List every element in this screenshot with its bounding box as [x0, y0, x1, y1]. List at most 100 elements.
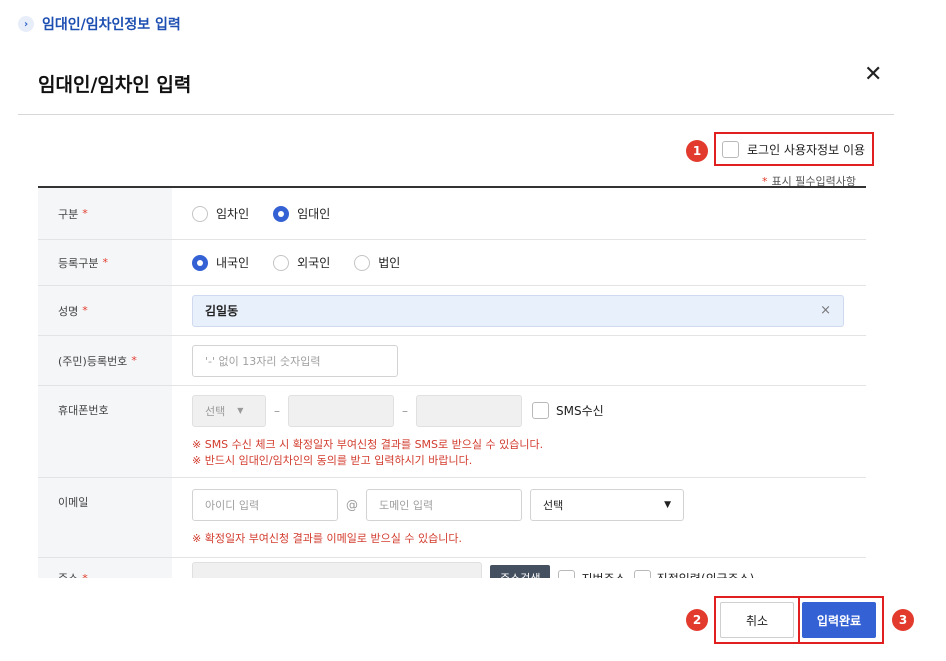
radio-landlord[interactable]: 임대인 [273, 205, 330, 222]
row-value: 임차인 임대인 [172, 188, 866, 239]
radio-domestic[interactable]: 내국인 [192, 254, 249, 271]
checkbox-label: 직접입력(외국주소) [657, 570, 755, 579]
radio-foreigner[interactable]: 외국인 [273, 254, 330, 271]
cancel-button[interactable]: 취소 [720, 602, 794, 638]
chevron-down-icon: ▼ [237, 406, 244, 415]
section-header: › 임대인/임차인정보 입력 [18, 14, 181, 34]
name-input[interactable]: 김일동 × [192, 294, 844, 327]
email-domain-select[interactable]: 선택 ▼ [530, 488, 684, 521]
clear-icon[interactable]: × [820, 303, 831, 318]
caret-down-icon: ▼ [664, 499, 671, 510]
row-value: 아이디 입력 @ 도메인 입력 선택 ▼ ※ 확정일자 부여신청 결과를 이메일로… [172, 478, 866, 557]
radio-circle[interactable] [273, 254, 290, 271]
row-resident-no: (주민)등록번호 * '-' 없이 13자리 숫자입력 [38, 336, 866, 386]
required-mark: * [102, 256, 108, 269]
address-inputs: 주소검색 지번주소 직접입력(외국주소) [192, 562, 754, 578]
row-label: 구분 * [38, 188, 172, 239]
radio-label: 임차인 [216, 207, 250, 221]
radio-circle[interactable] [192, 205, 208, 222]
email-inputs: 아이디 입력 @ 도메인 입력 선택 ▼ [192, 488, 684, 521]
address-input[interactable] [192, 562, 482, 578]
address-search-button[interactable]: 주소검색 [490, 565, 551, 578]
label-text: 구분 [58, 207, 79, 221]
phone-block: 선택 ▼ – – SMS수신 ※ SMS 수신 체크 시 확정일자 부여신청 결과… [192, 394, 604, 469]
required-mark: * [82, 571, 88, 579]
phone-middle-input[interactable] [288, 394, 394, 427]
modal-title: 임대인/임차인 입력 [38, 74, 192, 96]
radio-circle-selected[interactable] [192, 254, 208, 271]
label-text: (주민)등록번호 [58, 354, 128, 368]
row-name: 성명 * 김일동 × [38, 286, 866, 336]
required-mark: * [82, 304, 88, 317]
select-value: 선택 [205, 404, 226, 418]
row-email: 이메일 아이디 입력 @ 도메인 입력 선택 ▼ ※ 확정일자 부여신청 결과를 … [38, 478, 866, 558]
required-mark: * [82, 207, 88, 220]
checkbox-box[interactable] [532, 402, 549, 419]
row-value: 김일동 × [172, 286, 866, 335]
section-title: 임대인/임차인정보 입력 [42, 17, 181, 33]
consent-notice: ※ 반드시 임대인/임차인의 동의를 받고 입력하시기 바랍니다. [192, 453, 473, 467]
radio-label: 내국인 [216, 256, 250, 270]
row-reg-type: 등록구분 * 내국인 외국인 법인 [38, 240, 866, 286]
resident-number-input[interactable]: '-' 없이 13자리 숫자입력 [192, 344, 398, 377]
checkbox-box[interactable] [633, 569, 651, 578]
sms-label: SMS수신 [556, 404, 604, 418]
person-form: 구분 * 임차인 임대인 등록구분 * 내국인 외국인 법인 성명 * 김일동 × [38, 186, 866, 578]
radio-circle[interactable] [354, 254, 371, 271]
row-address: 주소 * 주소검색 지번주소 직접입력(외국주소) [38, 558, 866, 578]
radio-corporation[interactable]: 법인 [354, 254, 400, 271]
lot-address-checkbox[interactable]: 지번주소 [558, 569, 626, 579]
sms-notice: ※ SMS 수신 체크 시 확정일자 부여신청 결과를 SMS로 받으실 수 있… [192, 437, 544, 451]
required-mark: * [131, 354, 137, 367]
direct-input-checkbox[interactable]: 직접입력(외국주소) [633, 569, 755, 579]
row-phone: 휴대폰번호 선택 ▼ – – SMS수신 ※ SMS 수신 체크 시 확정일자 부… [38, 386, 866, 478]
email-domain-input[interactable]: 도메인 입력 [366, 488, 522, 521]
phone-inputs: 선택 ▼ – – SMS수신 [192, 394, 604, 427]
phone-prefix-select[interactable]: 선택 ▼ [192, 394, 266, 427]
row-value: '-' 없이 13자리 숫자입력 [172, 336, 866, 385]
radio-tenant[interactable]: 임차인 [192, 205, 249, 222]
email-id-input[interactable]: 아이디 입력 [192, 488, 338, 521]
at-sign: @ [346, 497, 358, 512]
row-value: 선택 ▼ – – SMS수신 ※ SMS 수신 체크 시 확정일자 부여신청 결과… [172, 386, 866, 477]
row-value: 주소검색 지번주소 직접입력(외국주소) [172, 558, 866, 578]
phone-notices: ※ SMS 수신 체크 시 확정일자 부여신청 결과를 SMS로 받으실 수 있… [192, 437, 604, 469]
row-label: 주소 * [38, 558, 172, 578]
login-checkbox-label: 로그인 사용자정보 이용 [747, 143, 866, 157]
close-icon[interactable]: ✕ [864, 64, 882, 86]
label-text: 주소 [58, 570, 78, 578]
row-label: (주민)등록번호 * [38, 336, 172, 385]
dash: – [402, 403, 408, 418]
annotation-marker-1: 1 [686, 140, 708, 162]
label-text: 휴대폰번호 [58, 404, 109, 417]
chevron-right-icon: › [18, 16, 34, 32]
name-value: 김일동 [205, 304, 239, 318]
label-text: 등록구분 [58, 256, 99, 270]
sms-checkbox[interactable]: SMS수신 [532, 402, 604, 419]
submit-button[interactable]: 입력완료 [802, 602, 876, 638]
row-type: 구분 * 임차인 임대인 [38, 188, 866, 240]
reg-type-radio-group: 내국인 외국인 법인 [192, 254, 400, 271]
row-label: 등록구분 * [38, 240, 172, 285]
checkbox-box[interactable] [558, 569, 576, 578]
row-label: 이메일 [38, 478, 172, 557]
type-radio-group: 임차인 임대인 [192, 205, 330, 222]
annotation-marker-3: 3 [892, 609, 914, 631]
label-text: 성명 [58, 304, 79, 318]
row-label: 휴대폰번호 [38, 386, 172, 477]
radio-circle-selected[interactable] [273, 205, 290, 222]
checkbox-box[interactable] [722, 141, 739, 158]
checkbox-label: 지번주소 [581, 570, 625, 579]
dash: – [274, 403, 280, 418]
radio-label: 외국인 [297, 256, 331, 270]
select-value: 선택 [543, 498, 564, 512]
row-label: 성명 * [38, 286, 172, 335]
radio-label: 임대인 [297, 207, 331, 221]
email-notice: ※ 확정일자 부여신청 결과를 이메일로 받으실 수 있습니다. [192, 531, 462, 545]
annotation-marker-2: 2 [686, 609, 708, 631]
radio-label: 법인 [378, 256, 401, 270]
row-value: 내국인 외국인 법인 [172, 240, 866, 285]
email-block: 아이디 입력 @ 도메인 입력 선택 ▼ ※ 확정일자 부여신청 결과를 이메일로… [192, 488, 684, 547]
login-user-info-checkbox[interactable]: 로그인 사용자정보 이용 [722, 141, 865, 158]
phone-last-input[interactable] [416, 394, 522, 427]
